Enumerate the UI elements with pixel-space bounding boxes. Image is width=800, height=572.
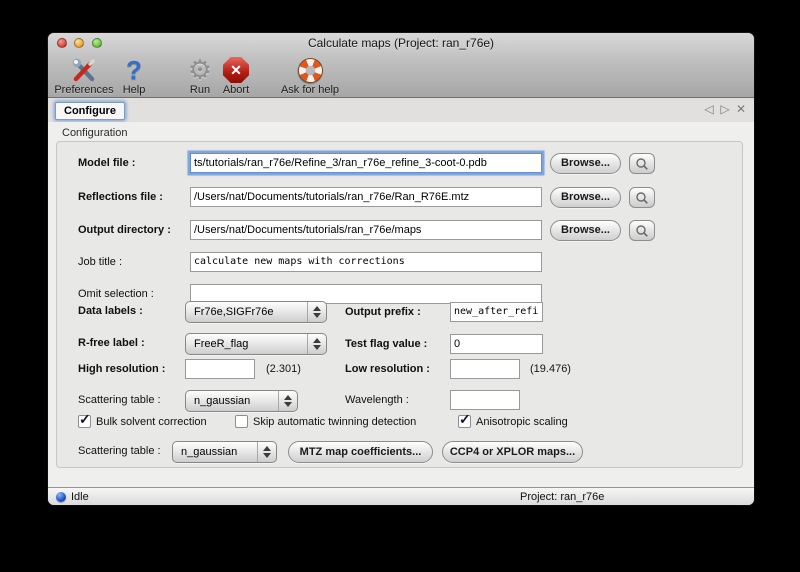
section-title: Configuration [62,127,127,139]
low-resolution-hint: (19.476) [530,359,571,379]
status-indicator-icon [56,492,66,502]
r-free-label-label: R-free label : [78,333,145,353]
high-resolution-label: High resolution : [78,359,165,379]
job-title-input[interactable]: calculate new maps with corrections [190,252,542,272]
bulk-solvent-checkbox[interactable]: ✓ [78,415,91,428]
output-directory-browse-button[interactable]: Browse... [550,220,621,241]
ccp4-xplor-maps-button[interactable]: CCP4 or XPLOR maps... [442,441,583,463]
status-project: Project: ran_r76e [520,488,604,505]
high-resolution-input[interactable] [185,359,255,379]
checkmark-icon: ✓ [79,412,91,426]
status-text: Idle [71,488,89,505]
r-free-label-dropdown[interactable]: FreeR_flag [185,333,327,355]
magnifier-icon [635,224,649,238]
magnifier-icon [635,191,649,205]
scattering-table-2-label: Scattering table : [78,441,161,461]
skip-twinning-label: Skip automatic twinning detection [253,415,416,429]
app-window: Calculate maps (Project: ran_r76e) Prefe… [48,33,754,505]
close-tab-icon[interactable]: ✕ [733,100,749,118]
stepper-arrows-icon [257,442,276,462]
stepper-arrows-icon [278,391,297,411]
run-gear-icon: ⚙ [184,55,216,85]
model-file-input[interactable]: ts/tutorials/ran_r76e/Refine_3/ran_r76e_… [190,153,542,173]
output-prefix-label: Output prefix : [345,302,421,322]
low-resolution-label: Low resolution : [345,359,430,379]
bulk-solvent-label: Bulk solvent correction [96,415,207,429]
scattering-table-dropdown[interactable]: n_gaussian [185,390,298,412]
window-header: Calculate maps (Project: ran_r76e) Prefe… [48,33,754,98]
reflections-file-label: Reflections file : [78,187,163,207]
next-tab-icon[interactable]: ▷ [717,100,733,118]
help-question-icon: ? [118,55,150,85]
output-directory-input[interactable]: /Users/nat/Documents/tutorials/ran_r76e/… [190,220,542,240]
anisotropic-scaling-label: Anisotropic scaling [476,415,568,429]
preferences-tools-icon [53,55,115,85]
model-file-browse-button[interactable]: Browse... [550,153,621,174]
high-resolution-hint: (2.301) [266,359,301,379]
output-directory-magnifier-button[interactable] [629,220,655,241]
low-resolution-input[interactable] [450,359,520,379]
status-bar: Idle Project: ran_r76e [48,487,754,505]
skip-twinning-checkbox[interactable] [235,415,248,428]
abort-stop-icon: ✕ [218,55,254,85]
checkmark-icon: ✓ [459,412,471,426]
reflections-file-browse-button[interactable]: Browse... [550,187,621,208]
data-labels-dropdown[interactable]: Fr76e,SIGFr76e [185,301,327,323]
toolbar-preferences-button[interactable]: Preferences [53,55,115,96]
magnifier-icon [635,157,649,171]
stepper-arrows-icon [307,302,326,322]
scattering-table-2-dropdown[interactable]: n_gaussian [172,441,277,463]
toolbar-abort-button[interactable]: ✕ Abort [218,55,254,96]
output-prefix-input[interactable]: new_after_refi [450,302,543,322]
test-flag-value-input[interactable]: 0 [450,334,543,354]
data-labels-label: Data labels : [78,301,143,321]
reflections-file-input[interactable]: /Users/nat/Documents/tutorials/ran_r76e/… [190,187,542,207]
anisotropic-scaling-checkbox[interactable]: ✓ [458,415,471,428]
job-title-label: Job title : [78,252,122,272]
mtz-map-coefficients-button[interactable]: MTZ map coefficients... [288,441,433,463]
window-title: Calculate maps (Project: ran_r76e) [48,33,754,53]
test-flag-value-label: Test flag value : [345,334,427,354]
model-file-label: Model file : [78,153,135,173]
toolbar-ask-for-help-button[interactable]: Ask for help [278,55,342,96]
reflections-file-magnifier-button[interactable] [629,187,655,208]
toolbar-help-button[interactable]: ? Help [118,55,150,96]
tab-configure[interactable]: Configure [55,102,125,120]
wavelength-input[interactable] [450,390,520,410]
configuration-panel: Configuration Model file : ts/tutorials/… [48,122,754,487]
wavelength-label: Wavelength : [345,390,409,410]
toolbar-run-button[interactable]: ⚙ Run [184,55,216,96]
prev-tab-icon[interactable]: ◁ [701,100,717,118]
lifesaver-icon [278,55,342,85]
model-file-magnifier-button[interactable] [629,153,655,174]
output-directory-label: Output directory : [78,220,171,240]
titlebar[interactable]: Calculate maps (Project: ran_r76e) [48,33,754,53]
tab-bar: Configure ◁ ▷ ✕ [48,98,754,122]
stepper-arrows-icon [307,334,326,354]
scattering-table-label: Scattering table : [78,390,161,410]
